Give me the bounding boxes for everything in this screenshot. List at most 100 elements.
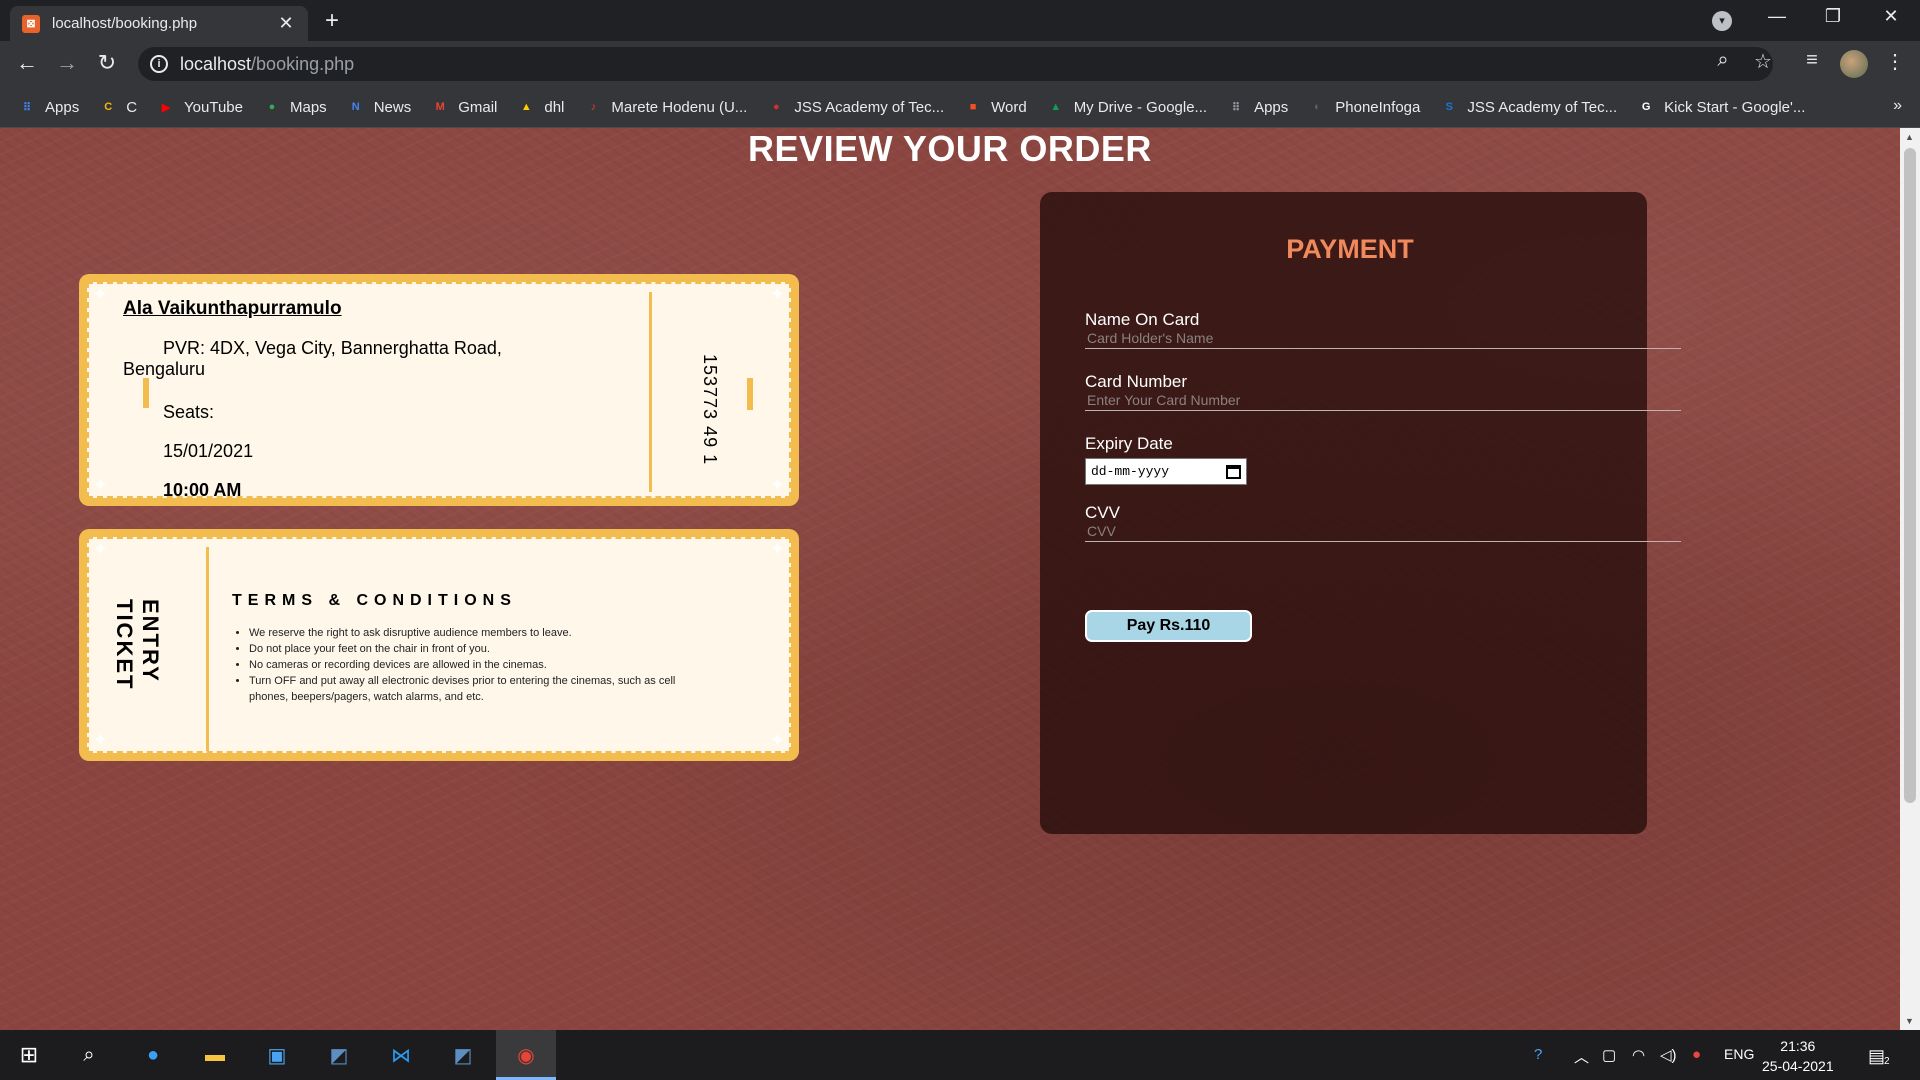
system-clock[interactable]: 21:36 25-04-2021 — [1762, 1036, 1834, 1076]
expiry-date-placeholder: dd-mm-yyyy — [1091, 464, 1170, 479]
xampp-favicon-icon: ⊠ — [22, 14, 40, 33]
star-icon: ✦ — [93, 284, 109, 304]
bookmark-item[interactable]: ▶ YouTube — [157, 98, 243, 116]
bookmark-label: Gmail — [458, 98, 498, 116]
profile-avatar[interactable] — [1840, 50, 1868, 78]
bookmark-item[interactable]: N News — [347, 98, 412, 116]
apps-grid-icon: ⠿ — [22, 101, 32, 114]
bookmark-label: JSS Academy of Tec... — [794, 98, 945, 116]
c-icon: C — [104, 101, 113, 113]
close-window-icon[interactable]: ✕ — [1868, 6, 1914, 27]
tab-search-icon[interactable]: ▾ — [1712, 11, 1732, 31]
scrollbar-thumb[interactable] — [1904, 148, 1916, 803]
edge-icon[interactable]: ● — [136, 1038, 170, 1072]
file-explorer-icon[interactable]: ▬ — [198, 1038, 232, 1072]
page-viewport: REVIEW YOUR ORDER ✦ ✦ ✦ ✦ Ala Vaikunthap… — [0, 128, 1900, 1030]
bookmark-label: YouTube — [184, 98, 243, 116]
media-control-icon[interactable]: ≡ — [1797, 49, 1827, 72]
mysql-workbench-icon[interactable]: ◩ — [322, 1038, 356, 1072]
volume-icon[interactable]: ◁) — [1660, 1046, 1677, 1064]
new-tab-button[interactable]: + — [325, 7, 339, 35]
bookmark-item[interactable]: ⠿ Apps — [18, 98, 79, 116]
scroll-down-icon[interactable]: ▼ — [1905, 1016, 1914, 1026]
search-icon[interactable]: ⌕ — [72, 1038, 106, 1072]
url-host: localhost — [180, 53, 252, 74]
google-icon: G — [1641, 101, 1651, 113]
restore-icon[interactable]: ❐ — [1810, 6, 1856, 27]
cvv-input[interactable] — [1085, 523, 1681, 542]
bookmark-item[interactable]: S JSS Academy of Tec... — [1440, 98, 1617, 116]
jss-icon: ● — [772, 101, 780, 113]
gmail-icon: M — [435, 101, 445, 113]
bookmark-label: Maps — [290, 98, 327, 116]
microsoft-icon: ■ — [969, 101, 977, 113]
browser-tab[interactable]: ⊠ localhost/booking.php ✕ — [10, 6, 308, 41]
ticket-body: ✦ ✦ ✦ ✦ ENTRY TICKET TERMS & CONDITIONS … — [87, 537, 791, 753]
theatre-address: PVR: 4DX, Vega City, Bannerghatta Road, … — [123, 338, 502, 379]
terms-item: No cameras or recording devices are allo… — [249, 657, 679, 673]
bookmarks-bar: ⠿ Apps C C ▶ YouTube ● Maps N News M Gmail ▲ dhl ♪ Mare… — [0, 87, 1920, 128]
bookmark-label: My Drive - Google... — [1073, 98, 1208, 116]
bookmark-label: dhl — [544, 98, 565, 116]
bookmark-item[interactable]: ● Maps — [263, 98, 327, 116]
terms-ticket: ✦ ✦ ✦ ✦ ENTRY TICKET TERMS & CONDITIONS … — [79, 529, 799, 761]
bookmark-item[interactable]: ◐ PhoneInfoga — [1308, 98, 1420, 116]
notifications-icon[interactable]: ▤ — [1868, 1046, 1885, 1067]
site-info-icon[interactable]: i — [150, 55, 168, 73]
calendar-icon[interactable] — [1226, 464, 1241, 479]
help-icon[interactable]: ? — [1534, 1046, 1542, 1063]
store-icon[interactable]: ▣ — [260, 1038, 294, 1072]
s-icon: S — [1445, 101, 1454, 113]
back-icon[interactable]: ← — [12, 50, 42, 76]
star-icon: ✦ — [769, 539, 785, 559]
bookmark-label: JSS Academy of Tec... — [1467, 98, 1618, 116]
page-title: REVIEW YOUR ORDER — [748, 128, 1152, 169]
bookmark-item[interactable]: M Gmail — [431, 98, 498, 116]
vscode-icon[interactable]: ⋈ — [384, 1038, 418, 1072]
notification-count: 2 — [1884, 1056, 1890, 1067]
news-icon: N — [351, 101, 360, 113]
bookmark-item[interactable]: CC — [99, 98, 137, 116]
minimize-icon[interactable]: — — [1754, 6, 1800, 27]
tab-close-icon[interactable]: ✕ — [276, 13, 296, 34]
card-number-input[interactable] — [1085, 392, 1681, 411]
reload-icon[interactable]: ↻ — [92, 50, 122, 76]
terms-heading: TERMS & CONDITIONS — [232, 592, 517, 609]
meet-now-icon[interactable]: ▢ — [1602, 1046, 1616, 1064]
security-warning-icon[interactable]: ● — [1692, 1046, 1701, 1063]
expiry-date-input[interactable]: dd-mm-yyyy — [1085, 458, 1247, 485]
pay-button[interactable]: Pay Rs.110 — [1085, 610, 1252, 642]
payment-title: PAYMENT — [1286, 234, 1414, 264]
bookmark-label: Apps — [45, 98, 80, 116]
bookmark-item[interactable]: ▲ My Drive - Google... — [1047, 98, 1207, 116]
tray-chevron-icon[interactable]: ︿ — [1574, 1046, 1589, 1067]
terms-list: We reserve the right to ask disruptive a… — [249, 625, 679, 705]
scroll-up-icon[interactable]: ▲ — [1905, 132, 1914, 142]
bookmark-star-icon[interactable]: ☆ — [1748, 49, 1778, 74]
menu-kebab-icon[interactable]: ⋮ — [1880, 49, 1910, 74]
bookmark-item[interactable]: ● JSS Academy of Tec... — [767, 98, 944, 116]
address-bar[interactable]: i localhost /booking.php — [138, 47, 1773, 81]
wifi-icon[interactable]: ◠ — [1632, 1046, 1645, 1064]
bookmark-label: Word — [991, 98, 1027, 116]
forward-icon[interactable]: → — [52, 50, 82, 76]
mysql-workbench-icon[interactable]: ◩ — [446, 1038, 480, 1072]
ticket-divider — [206, 547, 209, 751]
bookmarks-overflow-icon[interactable]: » — [1893, 97, 1902, 115]
show-date: 15/01/2021 — [163, 441, 254, 461]
windows-start-icon[interactable]: ⊞ — [12, 1038, 46, 1072]
name-on-card-input[interactable] — [1085, 330, 1681, 349]
bookmark-item[interactable]: G Kick Start - Google'... — [1637, 98, 1806, 116]
bookmark-item[interactable]: ▲ dhl — [517, 98, 564, 116]
name-on-card-label: Name On Card — [1085, 310, 1200, 329]
bookmark-label: C — [126, 98, 138, 116]
bookmark-item[interactable]: ■ Word — [964, 98, 1027, 116]
chrome-icon[interactable]: ◉ — [509, 1038, 543, 1072]
star-icon: ✦ — [93, 730, 109, 750]
language-indicator[interactable]: ENG — [1724, 1046, 1754, 1062]
bookmark-label: Kick Start - Google'... — [1664, 98, 1806, 116]
zoom-icon[interactable]: ⌕ — [1708, 49, 1738, 72]
bookmark-item[interactable]: ♪ Marete Hodenu (U... — [584, 98, 748, 116]
bookmark-item[interactable]: ⠿ Apps — [1227, 98, 1288, 116]
page-scrollbar[interactable]: ▲ ▼ — [1900, 128, 1920, 1030]
